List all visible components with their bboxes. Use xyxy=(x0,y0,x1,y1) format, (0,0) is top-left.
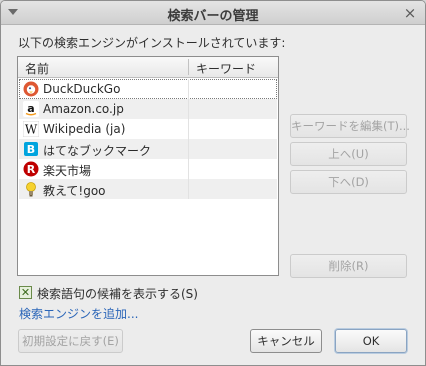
ok-button[interactable]: OK xyxy=(335,329,407,353)
list-header: 名前 キーワード xyxy=(18,57,278,78)
move-down-button[interactable]: 下へ(D) xyxy=(290,170,407,194)
restore-defaults-button[interactable]: 初期設定に戻す(E) xyxy=(18,329,123,353)
list-item-hatena[interactable]: B はてなブックマーク xyxy=(19,139,277,159)
title-bar: 検索バーの管理 × xyxy=(1,1,425,25)
engine-name: Wikipedia (ja) xyxy=(43,122,126,136)
cancel-button[interactable]: キャンセル xyxy=(250,329,322,353)
window-title: 検索バーの管理 xyxy=(167,9,259,24)
keyword-cell xyxy=(188,179,189,199)
engine-name: Amazon.co.jp xyxy=(43,102,124,116)
move-up-button[interactable]: 上へ(U) xyxy=(290,142,407,166)
list-item-wikipedia[interactable]: W Wikipedia (ja) xyxy=(19,119,277,139)
engine-name: 教えて!goo xyxy=(43,184,106,198)
svg-text:B: B xyxy=(27,143,35,156)
svg-text:W: W xyxy=(25,123,38,137)
keyword-cell xyxy=(188,99,189,119)
engine-name: DuckDuckGo xyxy=(43,82,121,96)
goo-icon xyxy=(26,182,36,197)
amazon-icon: a xyxy=(23,101,39,117)
close-icon[interactable]: × xyxy=(401,4,419,22)
column-separator xyxy=(188,59,189,75)
intro-label: 以下の検索エンジンがインストールされています: xyxy=(18,36,286,50)
hatena-icon: B xyxy=(24,142,38,156)
show-suggestions-checkbox[interactable]: ✕ xyxy=(19,286,32,299)
column-header-name[interactable]: 名前 xyxy=(25,60,49,77)
search-engine-manager-dialog: 検索バーの管理 × 以下の検索エンジンがインストールされています: 名前 キーワ… xyxy=(0,0,426,366)
engine-name: はてなブックマーク xyxy=(43,144,152,158)
list-item-amazon[interactable]: a Amazon.co.jp xyxy=(19,99,277,119)
keyword-cell xyxy=(188,139,189,159)
add-search-engines-link[interactable]: 検索エンジンを追加... xyxy=(19,305,138,322)
keyword-cell xyxy=(188,119,189,139)
wikipedia-icon: W xyxy=(23,121,39,137)
remove-button[interactable]: 削除(R) xyxy=(290,254,407,278)
rakuten-icon: R xyxy=(23,161,39,177)
search-engine-list[interactable]: 名前 キーワード DuckDuckGo a Amazon.co.jp W Wik… xyxy=(17,56,279,276)
svg-text:a: a xyxy=(27,102,34,115)
list-item-goo[interactable]: 教えて!goo xyxy=(19,179,277,199)
keyword-cell xyxy=(188,79,189,99)
column-header-keyword[interactable]: キーワード xyxy=(196,60,256,77)
edit-keyword-button[interactable]: キーワードを編集(T)... xyxy=(290,114,410,138)
list-item-duckduckgo[interactable]: DuckDuckGo xyxy=(19,79,277,99)
list-item-rakuten[interactable]: R 楽天市場 xyxy=(19,159,277,179)
show-suggestions-label[interactable]: 検索語句の候補を表示する(S) xyxy=(37,285,198,302)
duckduckgo-icon xyxy=(23,81,39,97)
keyword-cell xyxy=(188,159,189,179)
svg-text:R: R xyxy=(27,163,36,176)
engine-name: 楽天市場 xyxy=(43,164,92,178)
